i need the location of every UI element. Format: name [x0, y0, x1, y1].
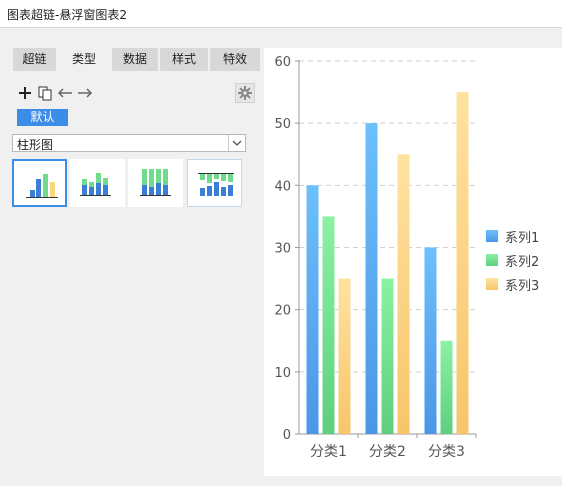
- bar: [381, 278, 394, 434]
- arrow-left-icon: [57, 88, 72, 98]
- y-tick-label: 10: [274, 366, 291, 381]
- tab-effects[interactable]: 特效: [210, 48, 260, 71]
- subtype-rotated-stacked-column[interactable]: [187, 159, 242, 207]
- bar: [397, 154, 410, 434]
- x-tick-label: 分类2: [369, 444, 406, 460]
- bar: [338, 278, 351, 434]
- y-tick-label: 50: [274, 117, 291, 132]
- tab-data[interactable]: 数据: [112, 48, 158, 71]
- chart-type-value: 柱形图: [17, 138, 54, 152]
- chart-type-select[interactable]: 柱形图: [12, 134, 246, 152]
- add-icon: [19, 87, 31, 99]
- percent-stacked-column-icon: [140, 169, 171, 196]
- tab-bar: 超链 类型 数据 样式 特效: [13, 48, 262, 71]
- left-panel: 超链 类型 数据 样式 特效 默认 柱形图: [0, 28, 260, 486]
- legend-swatch: [486, 230, 498, 242]
- chevron-down-icon[interactable]: [228, 135, 245, 151]
- toolbar: [16, 83, 96, 103]
- rotated-stacked-column-icon: [198, 173, 234, 196]
- chart-preview: 0 10 20 30 40 50 60 分类1 分类2 分类3 系列1 系列2 系列3: [264, 48, 562, 476]
- subtype-clustered-column[interactable]: [12, 159, 67, 207]
- bar: [365, 123, 378, 435]
- subtype-percent-stacked-column[interactable]: [128, 159, 183, 207]
- bar: [440, 340, 453, 434]
- move-right-button[interactable]: [76, 84, 94, 102]
- title-bar: 图表超链-悬浮窗图表2: [0, 0, 562, 28]
- clustered-column-icon: [26, 174, 58, 198]
- settings-button[interactable]: [235, 83, 255, 103]
- legend-label: 系列3: [505, 279, 539, 294]
- bar: [322, 216, 335, 434]
- bar: [306, 185, 319, 434]
- legend-label: 系列2: [505, 255, 539, 270]
- x-tick-label: 分类1: [310, 444, 347, 460]
- y-tick-label: 40: [274, 179, 291, 194]
- add-button[interactable]: [16, 84, 34, 102]
- copy-button[interactable]: [36, 84, 54, 102]
- y-tick-label: 0: [283, 428, 291, 443]
- bar: [456, 92, 469, 435]
- tab-type[interactable]: 类型: [58, 48, 110, 71]
- bar: [424, 247, 437, 434]
- stacked-column-icon: [80, 173, 111, 196]
- default-button[interactable]: 默认: [17, 109, 68, 126]
- legend-swatch: [486, 254, 498, 266]
- subtype-stacked-column[interactable]: [70, 159, 125, 207]
- arrow-right-icon: [78, 88, 93, 98]
- bar-chart: 0 10 20 30 40 50 60 分类1 分类2 分类3 系列1 系列2 系列3: [274, 55, 539, 460]
- copy-icon: [38, 86, 52, 101]
- tab-style[interactable]: 样式: [160, 48, 208, 71]
- legend-swatch: [486, 278, 498, 290]
- gear-icon: [238, 86, 252, 100]
- y-tick-label: 20: [274, 304, 291, 319]
- x-tick-label: 分类3: [428, 444, 465, 460]
- y-tick-label: 60: [274, 55, 291, 70]
- legend-label: 系列1: [505, 231, 539, 246]
- move-left-button[interactable]: [56, 84, 74, 102]
- tab-hyperlink[interactable]: 超链: [13, 48, 56, 71]
- window-title: 图表超链-悬浮窗图表2: [7, 8, 127, 22]
- y-tick-label: 30: [274, 242, 291, 257]
